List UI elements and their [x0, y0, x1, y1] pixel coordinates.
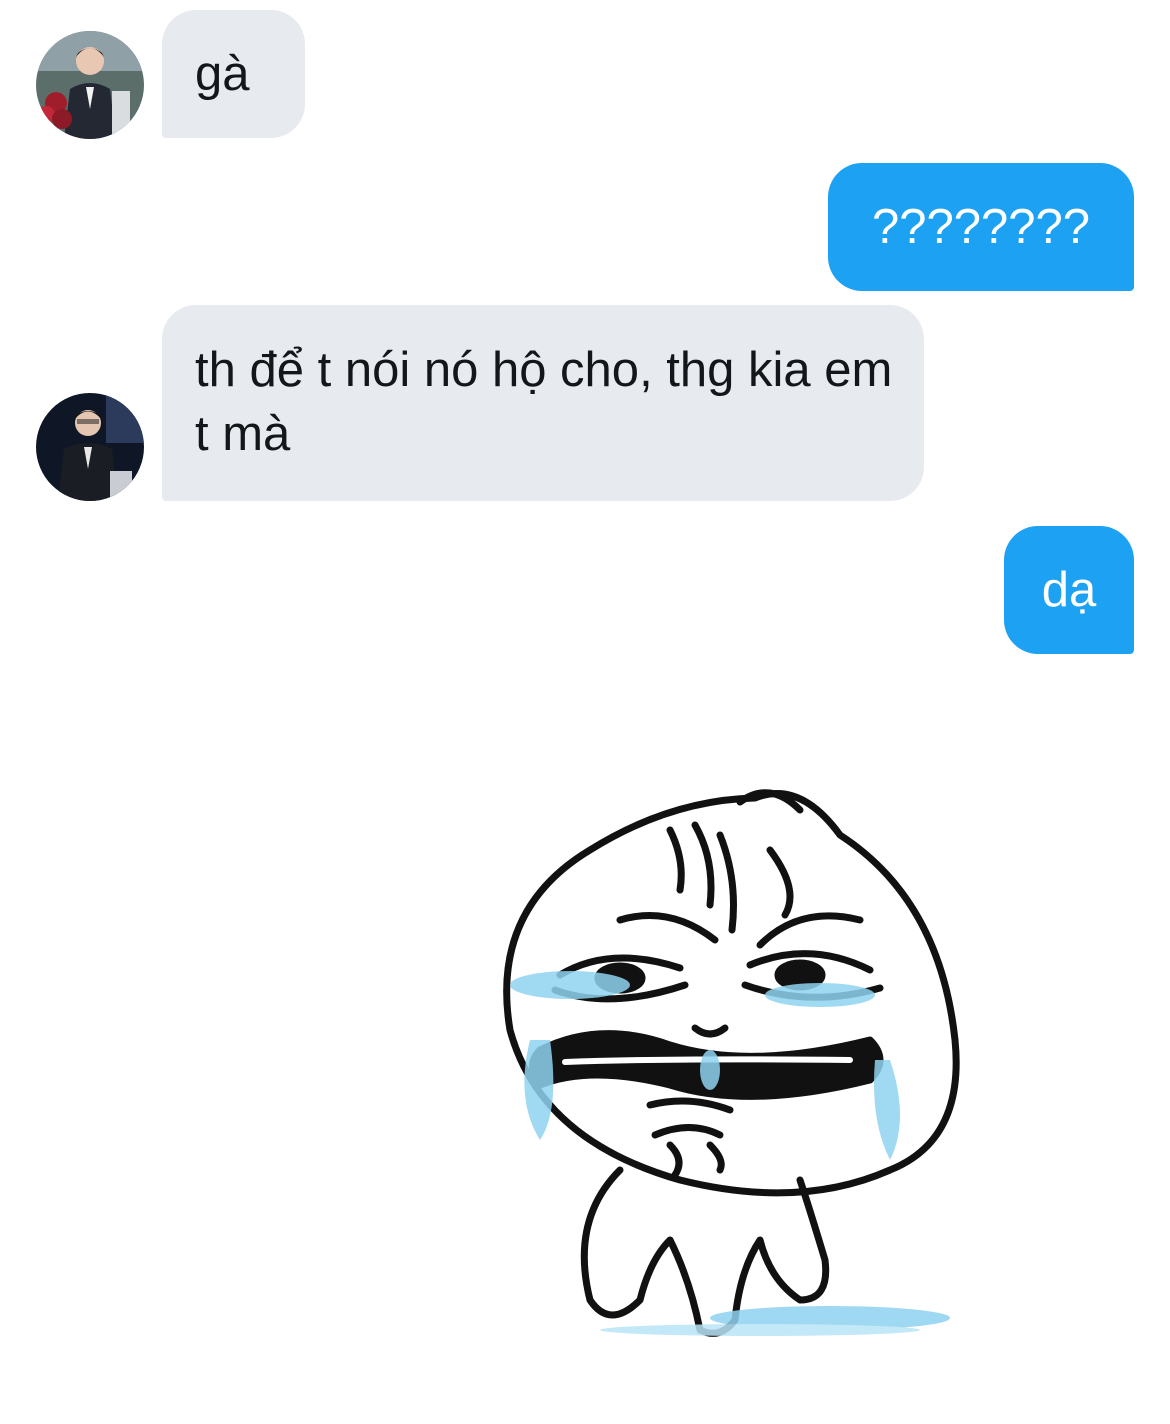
message-text: th để t nói nó hộ cho, thg kia em t mà	[195, 343, 893, 461]
sent-message-bubble[interactable]: ????????	[828, 163, 1134, 291]
sender-avatar[interactable]	[36, 393, 144, 501]
message-text: dạ	[1041, 563, 1097, 617]
crying-meme-face-sticker[interactable]	[470, 740, 1090, 1380]
sent-message-bubble[interactable]: dạ	[1004, 526, 1134, 654]
sender-avatar[interactable]	[36, 31, 144, 139]
message-text: gà	[195, 47, 250, 101]
received-message-bubble[interactable]: gà	[162, 10, 305, 138]
received-message-bubble[interactable]: th để t nói nó hộ cho, thg kia em t mà	[162, 305, 924, 501]
avatar-suit-dark-image	[36, 393, 144, 501]
avatar-red-flowers-image	[36, 31, 144, 139]
message-text: ????????	[871, 200, 1090, 254]
crying-face-drawing	[503, 789, 960, 1337]
